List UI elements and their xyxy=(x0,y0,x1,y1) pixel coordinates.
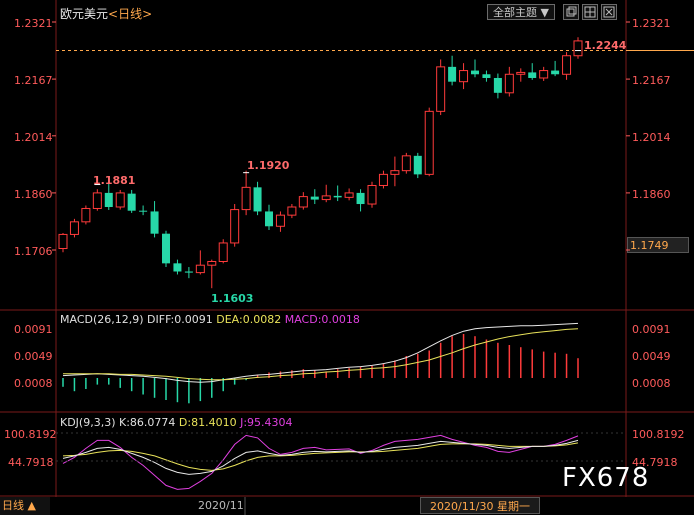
candle-body-up xyxy=(562,55,572,75)
candle-body-up xyxy=(81,207,91,223)
macd-dea-line xyxy=(63,328,579,381)
macd-value: MACD:0.0018 xyxy=(284,313,360,326)
candle-body-up xyxy=(195,264,205,274)
candle-body-up xyxy=(69,221,79,235)
macd-label-right: 0.0008 xyxy=(632,377,671,390)
kdj-label-left: 44.7918 xyxy=(8,456,54,469)
high-annotation: 1.1920 xyxy=(247,159,290,172)
candle-body-down xyxy=(551,70,560,75)
macd-params: MACD(26,12,9) xyxy=(60,313,144,326)
candle-body-down xyxy=(528,72,537,78)
macd-label-right: 0.0049 xyxy=(632,350,671,363)
candle-body-up xyxy=(207,260,217,266)
candle-body-up xyxy=(539,70,549,79)
crosshair-date-label: 2020/11/30 星期一 xyxy=(420,497,540,514)
candle-body-up xyxy=(298,196,308,208)
candle-body-down xyxy=(493,77,502,93)
price-chart[interactable] xyxy=(0,0,694,515)
macd-diff-value: DIFF:0.0091 xyxy=(147,313,213,326)
kdj-j-line xyxy=(62,434,579,490)
candle-body-up xyxy=(436,66,446,112)
candle-body-up xyxy=(504,73,514,94)
candle-body-up xyxy=(573,40,583,57)
candle-body-up xyxy=(241,186,251,211)
candle-body-down xyxy=(310,196,319,200)
candle-body-up xyxy=(424,110,434,175)
candle-body-down xyxy=(471,70,479,75)
macd-diff-line xyxy=(62,322,579,383)
kdj-j-value: J:95.4304 xyxy=(240,416,293,429)
candle-body-up xyxy=(367,184,377,205)
candle-body-up xyxy=(275,214,285,227)
candle-body-up xyxy=(516,71,526,75)
candle-body-down xyxy=(448,66,457,82)
candle-body-up xyxy=(390,170,400,175)
kdj-label-left: 100.8192 xyxy=(4,428,57,441)
macd-dea-value: DEA:0.0082 xyxy=(216,313,282,326)
kdj-params: KDJ(9,3,3) xyxy=(60,416,116,429)
high-annotation: 1.1881 xyxy=(93,174,136,187)
macd-legend: MACD(26,12,9) DIFF:0.0091 DEA:0.0082 MAC… xyxy=(60,313,360,326)
candle-body-up xyxy=(321,195,331,201)
candle-body-up xyxy=(287,206,297,216)
macd-label-left: 0.0008 xyxy=(14,377,53,390)
kdj-legend: KDJ(9,3,3) K:86.0774 D:81.4010 J:95.4304 xyxy=(60,416,293,429)
candle-body-down xyxy=(150,211,159,234)
low-annotation: 1.1603 xyxy=(211,292,254,305)
candle-body-up xyxy=(459,70,469,83)
candle-body-up xyxy=(58,233,68,250)
candle-body-down xyxy=(173,263,182,272)
macd-label-right: 0.0091 xyxy=(632,323,671,336)
kdj-k-value: K:86.0774 xyxy=(119,416,176,429)
candle-body-down xyxy=(265,211,273,227)
candle-body-down xyxy=(356,192,365,205)
watermark: FX678 xyxy=(562,463,650,493)
period-selector[interactable]: 日线 ▲ xyxy=(0,497,50,515)
candle-body-up xyxy=(218,242,228,262)
candle-body-down xyxy=(104,192,113,207)
kdj-label-right: 100.8192 xyxy=(632,428,685,441)
kdj-d-value: D:81.4010 xyxy=(178,416,237,429)
candle-body-down xyxy=(127,193,136,211)
macd-label-left: 0.0049 xyxy=(14,350,53,363)
candle-body-up xyxy=(92,192,102,209)
candle-body-down xyxy=(162,233,170,264)
month-axis-label: 2020/11 xyxy=(198,499,244,512)
candle-body-up xyxy=(344,192,354,198)
candle-body-up xyxy=(401,155,411,172)
candle-body-down xyxy=(413,155,422,175)
macd-label-left: 0.0091 xyxy=(14,323,53,336)
last-high-annotation: 1.2244 xyxy=(584,39,627,52)
candle-body-down xyxy=(333,195,342,198)
candle-body-up xyxy=(115,192,125,208)
candle-body-up xyxy=(230,209,240,244)
candle-body-down xyxy=(482,74,491,78)
candle-body-down xyxy=(253,187,262,212)
candle-body-up xyxy=(378,173,388,186)
candle-body-down xyxy=(139,210,148,212)
candle-body-down xyxy=(184,271,193,273)
